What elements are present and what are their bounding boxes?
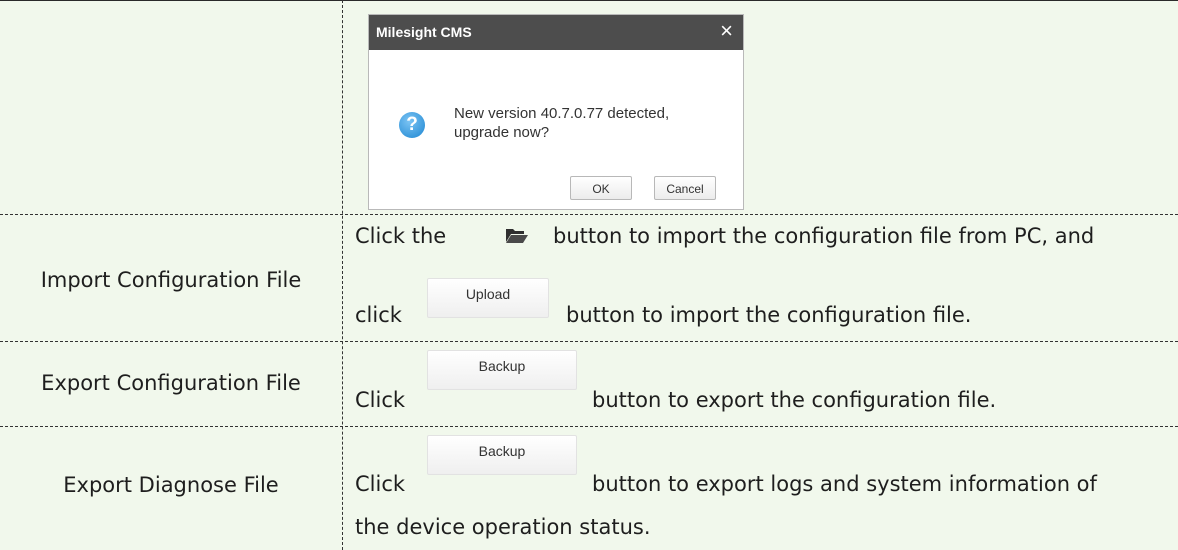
close-icon[interactable]: × [720, 19, 733, 43]
upload-button[interactable]: Upload [427, 278, 549, 318]
question-icon: ? [399, 112, 425, 138]
row-divider [0, 341, 1178, 342]
import-line2-after: button to import the configuration file. [566, 303, 972, 327]
column-divider [342, 0, 343, 550]
import-line2-before: click [355, 303, 402, 327]
row-divider [0, 214, 1178, 215]
export-config-after: button to export the configuration file. [592, 388, 997, 412]
diagnose-backup-button[interactable]: Backup [427, 435, 577, 475]
settings-table: Milesight CMS × ? New version 40.7.0.77 … [0, 0, 1178, 550]
dialog-title-bar: Milesight CMS × [369, 15, 743, 50]
upgrade-dialog: Milesight CMS × ? New version 40.7.0.77 … [368, 14, 744, 210]
export-diagnose-line2: the device operation status. [355, 515, 651, 539]
row-divider [0, 426, 1178, 427]
export-diagnose-label: Export Diagnose File [63, 473, 279, 497]
dialog-title: Milesight CMS [376, 24, 472, 40]
import-config-label: Import Configuration File [40, 268, 302, 292]
export-config-before: Click [355, 388, 406, 412]
cancel-button[interactable]: Cancel [654, 176, 716, 200]
export-config-label: Export Configuration File [41, 371, 301, 395]
import-line1-after: button to import the configuration file … [553, 224, 1095, 248]
backup-button[interactable]: Backup [427, 350, 577, 390]
top-rule [0, 0, 1178, 1]
import-line1-before: Click the [355, 224, 447, 248]
dialog-message-line1: New version 40.7.0.77 detected, [454, 105, 670, 122]
folder-open-icon[interactable] [505, 226, 529, 244]
dialog-message: New version 40.7.0.77 detected, upgrade … [454, 104, 724, 142]
dialog-message-line2: upgrade now? [454, 124, 550, 141]
export-diagnose-before: Click [355, 472, 406, 496]
ok-button[interactable]: OK [570, 176, 632, 200]
export-diagnose-after: button to export logs and system informa… [592, 472, 1097, 496]
